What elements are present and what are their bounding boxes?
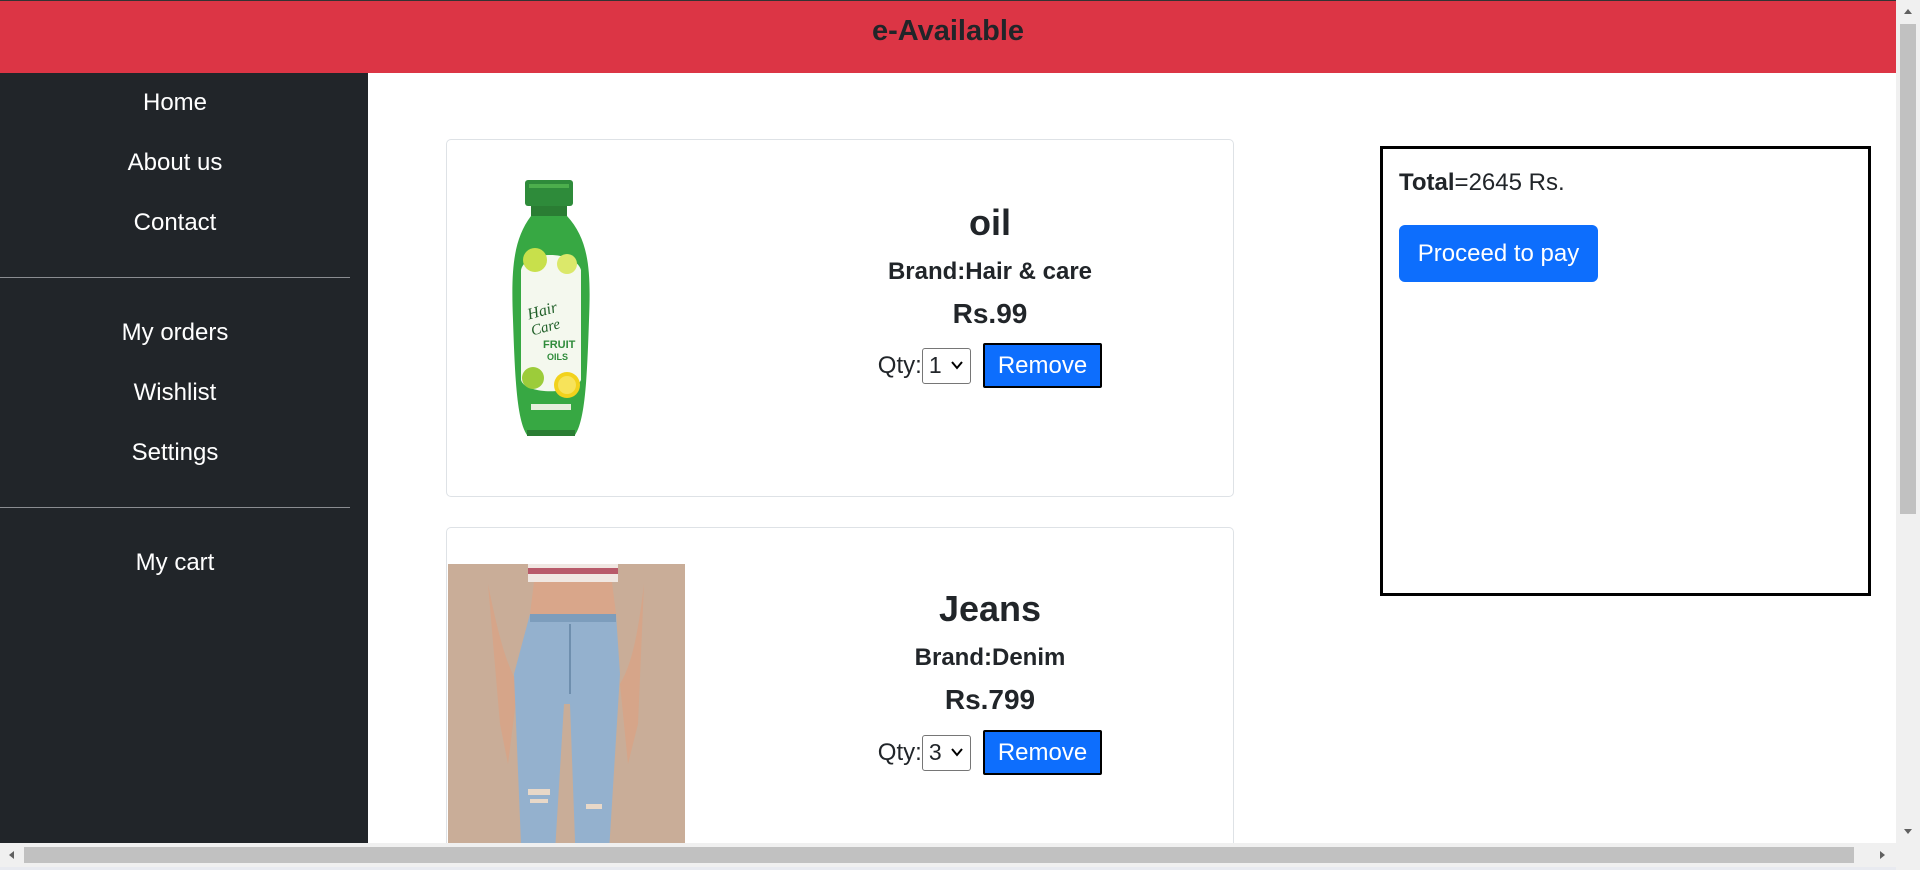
qty-value: 1 bbox=[928, 352, 942, 378]
svg-text:OILS: OILS bbox=[547, 352, 568, 362]
sidebar-item-about-us[interactable]: About us bbox=[0, 149, 350, 177]
sidebar-divider bbox=[0, 507, 350, 508]
scroll-left-arrow-icon[interactable] bbox=[6, 849, 18, 861]
site-title: e-Available bbox=[871, 15, 1025, 47]
scrollbar-corner bbox=[1896, 843, 1920, 870]
svg-text:FRUIT: FRUIT bbox=[543, 339, 576, 351]
scroll-down-arrow-icon[interactable] bbox=[1902, 825, 1914, 837]
qty-label: Qty: bbox=[877, 738, 922, 766]
scroll-right-arrow-icon[interactable] bbox=[1876, 849, 1888, 861]
remove-button[interactable]: Remove bbox=[982, 730, 1103, 775]
cart-item-info: oil Brand:Hair & care Rs.99 Qty: 1 Remov… bbox=[747, 140, 1233, 498]
cart-item-card: Hair Care FRUIT OILS oil Brand:Hair & ca… bbox=[446, 139, 1234, 497]
page: e-Available Home About us Contact My ord… bbox=[0, 0, 1920, 870]
total-line: Total=2645 Rs. bbox=[1399, 169, 1565, 197]
quantity-select[interactable]: 1 bbox=[921, 347, 971, 384]
scroll-up-arrow-icon[interactable] bbox=[1902, 6, 1914, 18]
sidebar-item-wishlist[interactable]: Wishlist bbox=[0, 379, 350, 407]
quantity-row: Qty: 3 Remove bbox=[747, 730, 1233, 775]
sidebar: Home About us Contact My orders Wishlist… bbox=[0, 73, 368, 843]
vertical-scroll-thumb[interactable] bbox=[1900, 24, 1916, 514]
horizontal-scrollbar[interactable] bbox=[0, 843, 1896, 867]
chevron-down-icon bbox=[951, 360, 963, 370]
vertical-scrollbar[interactable] bbox=[1896, 0, 1920, 843]
total-label: Total bbox=[1399, 169, 1455, 196]
product-brand: Brand:Hair & care bbox=[887, 258, 1093, 285]
remove-button[interactable]: Remove bbox=[982, 343, 1103, 388]
sidebar-item-my-orders[interactable]: My orders bbox=[0, 319, 350, 347]
product-name: Jeans bbox=[938, 588, 1042, 629]
proceed-to-pay-button[interactable]: Proceed to pay bbox=[1399, 225, 1598, 282]
quantity-select[interactable]: 3 bbox=[921, 734, 971, 771]
product-image-hair-oil: Hair Care FRUIT OILS bbox=[505, 180, 597, 442]
product-brand: Brand:Denim bbox=[914, 644, 1066, 671]
qty-label: Qty: bbox=[877, 351, 922, 379]
sidebar-item-home[interactable]: Home bbox=[0, 89, 350, 117]
header-bar: e-Available bbox=[0, 0, 1896, 73]
sidebar-divider bbox=[0, 277, 350, 278]
total-value: =2645 Rs. bbox=[1454, 169, 1565, 196]
product-price: Rs.99 bbox=[952, 298, 1028, 329]
product-image-jeans bbox=[448, 564, 685, 843]
cart-item-info: Jeans Brand:Denim Rs.799 Qty: 3 Remove bbox=[747, 528, 1233, 843]
product-name: oil bbox=[969, 202, 1011, 243]
qty-value: 3 bbox=[928, 739, 942, 765]
sidebar-item-contact[interactable]: Contact bbox=[0, 209, 350, 237]
sidebar-item-my-cart[interactable]: My cart bbox=[0, 549, 350, 577]
horizontal-scroll-thumb[interactable] bbox=[24, 847, 1854, 863]
sidebar-item-settings[interactable]: Settings bbox=[0, 439, 350, 467]
order-summary: Total=2645 Rs. Proceed to pay bbox=[1380, 146, 1871, 596]
cart-item-card: Jeans Brand:Denim Rs.799 Qty: 3 Remove bbox=[446, 527, 1234, 843]
chevron-down-icon bbox=[951, 747, 963, 757]
product-price: Rs.799 bbox=[944, 684, 1036, 715]
quantity-row: Qty: 1 Remove bbox=[747, 343, 1233, 388]
